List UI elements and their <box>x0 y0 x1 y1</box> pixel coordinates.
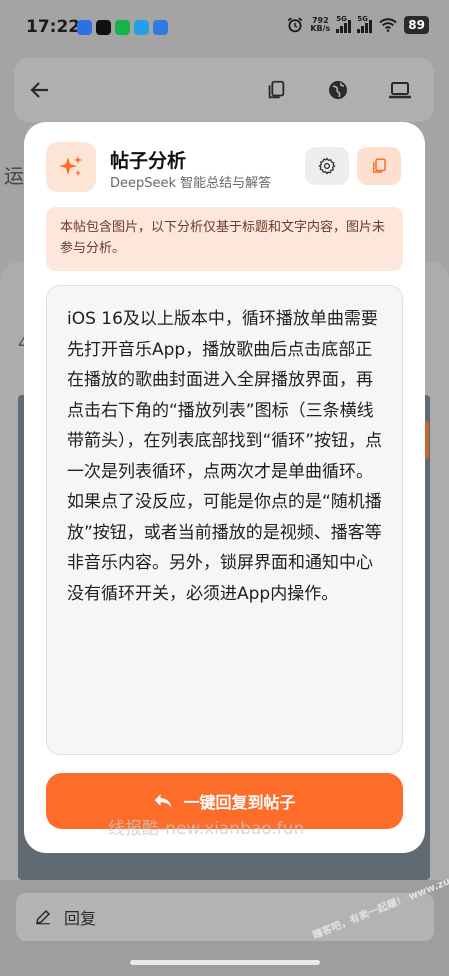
screen: 17:22 792 KB/s 5G 5G 89 运 回复 赚客吧，有卖一起赚！ … <box>0 0 449 976</box>
qq-icon <box>96 20 111 35</box>
signal-1: 5G <box>336 15 352 33</box>
answer-content: iOS 16及以上版本中，循环播放单曲需要先打开音乐App，播放歌曲后点击底部正… <box>46 285 403 755</box>
wechat-icon <box>115 20 130 35</box>
ai-logo <box>46 142 96 192</box>
network-speed: 792 KB/s <box>310 17 330 33</box>
signal-1-tag: 5G <box>336 15 347 23</box>
desktop-mode-button[interactable] <box>384 74 416 106</box>
notification-icons <box>77 20 168 35</box>
signal-2: 5G <box>357 15 373 33</box>
reply-placeholder: 回复 <box>64 909 97 928</box>
reply-button-label: 一键回复到帖子 <box>183 793 296 812</box>
status-bar: 17:22 792 KB/s 5G 5G 89 <box>0 0 449 58</box>
message-app-icon <box>77 20 92 35</box>
pencil-icon <box>36 909 51 925</box>
signal-2-tag: 5G <box>357 15 368 23</box>
gear-icon <box>318 157 336 175</box>
status-right: 792 KB/s 5G 5G 89 <box>286 15 429 34</box>
dialog-subtitle: DeepSeek 智能总结与解答 <box>110 176 272 191</box>
back-arrow-icon <box>30 82 48 98</box>
alarm-icon <box>288 17 303 33</box>
copy-answer-button[interactable] <box>357 147 401 185</box>
post-analysis-dialog: 帖子分析 DeepSeek 智能总结与解答 本帖包含图片，以下分析仅基于标题和文… <box>24 122 425 853</box>
speed-unit: KB/s <box>310 24 331 33</box>
browser-icon <box>134 20 149 35</box>
copy-link-button[interactable] <box>260 74 292 106</box>
site-watermark: 线报酷-new.xianbao.fun <box>108 819 305 839</box>
back-button[interactable] <box>24 74 56 106</box>
dialog-title: 帖子分析 <box>110 150 187 172</box>
reply-arrow-icon <box>155 794 172 808</box>
home-indicator[interactable] <box>130 960 320 965</box>
wifi-icon <box>379 18 397 32</box>
image-notice: 本帖包含图片，以下分析仅基于标题和文字内容，图片未参与分析。 <box>46 207 403 271</box>
status-time: 17:22 <box>26 17 81 37</box>
settings-button[interactable] <box>305 147 349 185</box>
laptop-icon <box>389 82 411 99</box>
globe-icon <box>329 81 347 99</box>
sparkle-icon <box>59 156 82 176</box>
top-toolbar <box>14 58 434 122</box>
open-browser-button[interactable] <box>322 74 354 106</box>
copy-icon <box>373 158 386 173</box>
copy-icon <box>268 80 285 99</box>
battery-indicator: 89 <box>404 16 429 34</box>
background-title-fragment: 运 <box>4 164 24 188</box>
cloud-app-icon <box>153 20 168 35</box>
